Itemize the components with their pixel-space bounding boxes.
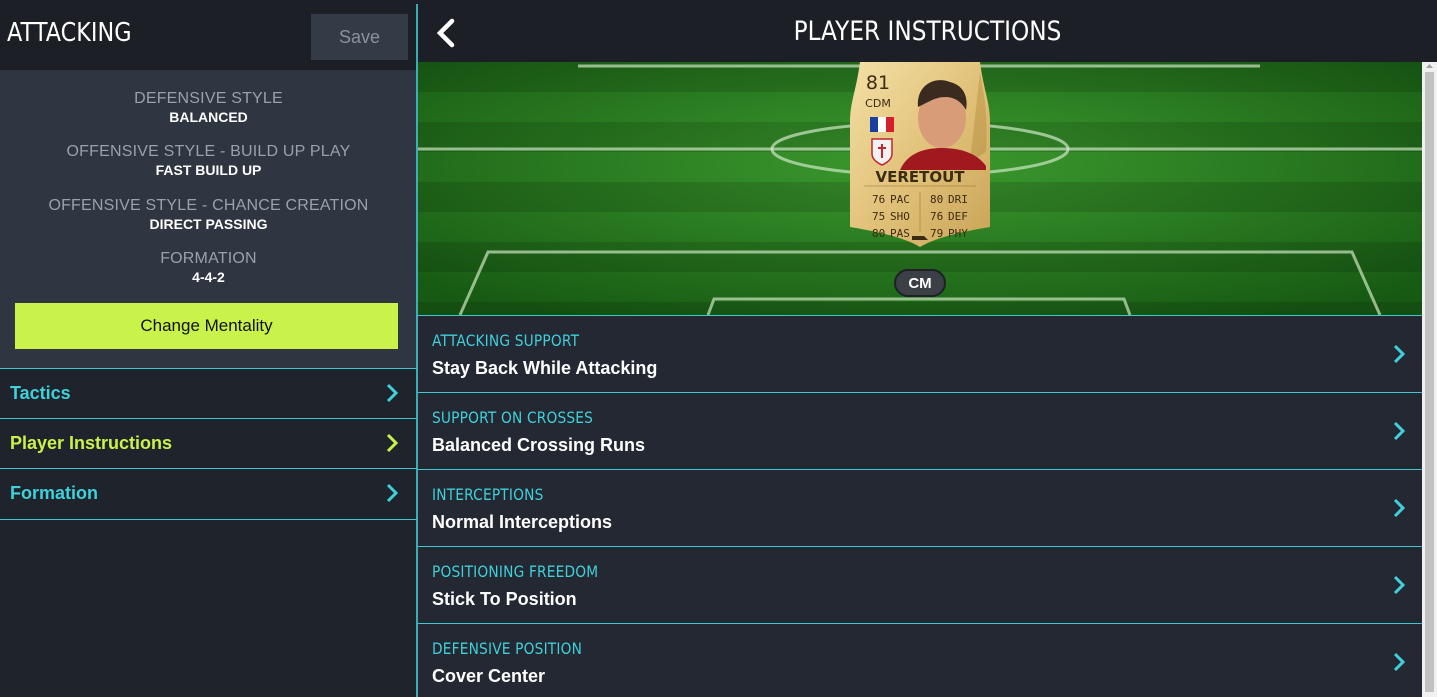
sidebar-item-player-instructions[interactable]: Player Instructions bbox=[0, 418, 417, 468]
chevron-right-icon bbox=[386, 383, 399, 403]
vertical-scrollbar[interactable] bbox=[1422, 62, 1437, 697]
stat-value: 76 bbox=[872, 193, 885, 206]
tactics-sidebar: ATTACKING Save DEFENSIVE STYLE BALANCED … bbox=[0, 0, 417, 697]
page-title: PLAYER INSTRUCTIONS bbox=[793, 16, 1062, 47]
instruction-category: ATTACKING SUPPORT bbox=[432, 331, 580, 350]
chance-creation-setting: OFFENSIVE STYLE - CHANCE CREATION DIRECT… bbox=[0, 197, 417, 232]
stat-label: PAS bbox=[890, 227, 910, 240]
build-up-play-setting: OFFENSIVE STYLE - BUILD UP PLAY FAST BUI… bbox=[0, 143, 417, 178]
chevron-right-icon bbox=[386, 483, 399, 503]
chevron-right-icon bbox=[1393, 575, 1406, 595]
mentality-title: ATTACKING bbox=[7, 18, 132, 48]
back-arrow-icon[interactable] bbox=[434, 18, 458, 48]
instruction-row-attacking-support[interactable]: ATTACKING SUPPORT Stay Back While Attack… bbox=[418, 315, 1422, 392]
chevron-right-icon bbox=[386, 433, 399, 453]
stat-value: 75 bbox=[872, 210, 885, 223]
stat-label: DEF bbox=[948, 210, 968, 223]
card-position: CDM bbox=[865, 97, 891, 110]
sidebar-item-formation[interactable]: Formation bbox=[0, 468, 417, 518]
setting-label: FORMATION bbox=[160, 250, 257, 267]
instruction-category: DEFENSIVE POSITION bbox=[432, 639, 583, 658]
stat-label: DRI bbox=[948, 193, 968, 206]
position-badge: CM bbox=[894, 269, 946, 297]
chevron-right-icon bbox=[1393, 421, 1406, 441]
instruction-category: SUPPORT ON CROSSES bbox=[432, 408, 594, 427]
stat-label: PAC bbox=[890, 193, 910, 206]
chevron-right-icon bbox=[1393, 344, 1406, 364]
divider bbox=[0, 519, 417, 520]
sidebar-item-label: Formation bbox=[10, 483, 98, 503]
pitch-view: 81 CDM VERETOUT 76 PAC 75 SHO 80 PAS 80 … bbox=[418, 62, 1422, 315]
setting-label: DEFENSIVE STYLE bbox=[134, 90, 283, 107]
panel-header: PLAYER INSTRUCTIONS bbox=[418, 0, 1437, 62]
scrollbar-thumb[interactable] bbox=[1425, 72, 1434, 692]
instruction-value: Normal Interceptions bbox=[432, 512, 613, 532]
setting-value: BALANCED bbox=[169, 109, 248, 125]
stat-label: SHO bbox=[890, 210, 910, 223]
instruction-value: Stay Back While Attacking bbox=[432, 358, 658, 378]
sidebar-item-label: Tactics bbox=[10, 383, 71, 403]
chevron-right-icon bbox=[1393, 652, 1406, 672]
stat-value: 80 bbox=[930, 193, 943, 206]
setting-label: OFFENSIVE STYLE - CHANCE CREATION bbox=[48, 197, 369, 214]
player-instructions-panel: PLAYER INSTRUCTIONS 81 CDM VERETOUT 76 P… bbox=[418, 0, 1437, 697]
setting-value: FAST BUILD UP bbox=[155, 162, 262, 178]
stat-value: 79 bbox=[930, 227, 943, 240]
sidebar-item-tactics[interactable]: Tactics bbox=[0, 368, 417, 418]
instruction-value: Cover Center bbox=[432, 666, 546, 686]
setting-value: DIRECT PASSING bbox=[149, 216, 268, 232]
card-rating: 81 bbox=[866, 72, 890, 94]
instruction-value: Balanced Crossing Runs bbox=[432, 435, 646, 455]
sidebar-item-label: Player Instructions bbox=[10, 433, 173, 453]
setting-label: OFFENSIVE STYLE - BUILD UP PLAY bbox=[66, 143, 351, 160]
change-mentality-button[interactable]: Change Mentality bbox=[15, 303, 398, 349]
chevron-right-icon bbox=[1393, 498, 1406, 518]
save-button[interactable]: Save bbox=[311, 14, 408, 60]
instruction-row-defensive-position[interactable]: DEFENSIVE POSITION Cover Center bbox=[418, 623, 1422, 697]
setting-value: 4-4-2 bbox=[192, 269, 225, 285]
instruction-category: POSITIONING FREEDOM bbox=[432, 562, 599, 581]
scroll-up-arrow-icon[interactable] bbox=[1425, 62, 1434, 70]
card-player-name: VERETOUT bbox=[875, 168, 965, 186]
sidebar-header: ATTACKING Save bbox=[0, 0, 417, 70]
instruction-row-interceptions[interactable]: INTERCEPTIONS Normal Interceptions bbox=[418, 469, 1422, 546]
defensive-style-setting: DEFENSIVE STYLE BALANCED bbox=[0, 90, 417, 125]
player-card[interactable]: 81 CDM VERETOUT 76 PAC 75 SHO 80 PAS 80 … bbox=[850, 62, 990, 247]
formation-setting: FORMATION 4-4-2 bbox=[0, 250, 417, 285]
stat-value: 80 bbox=[872, 227, 885, 240]
instruction-row-support-on-crosses[interactable]: SUPPORT ON CROSSES Balanced Crossing Run… bbox=[418, 392, 1422, 469]
stat-label: PHY bbox=[948, 227, 968, 240]
instruction-value: Stick To Position bbox=[432, 589, 577, 609]
stat-value: 76 bbox=[930, 210, 943, 223]
instruction-category: INTERCEPTIONS bbox=[432, 485, 544, 504]
instruction-row-positioning-freedom[interactable]: POSITIONING FREEDOM Stick To Position bbox=[418, 546, 1422, 623]
